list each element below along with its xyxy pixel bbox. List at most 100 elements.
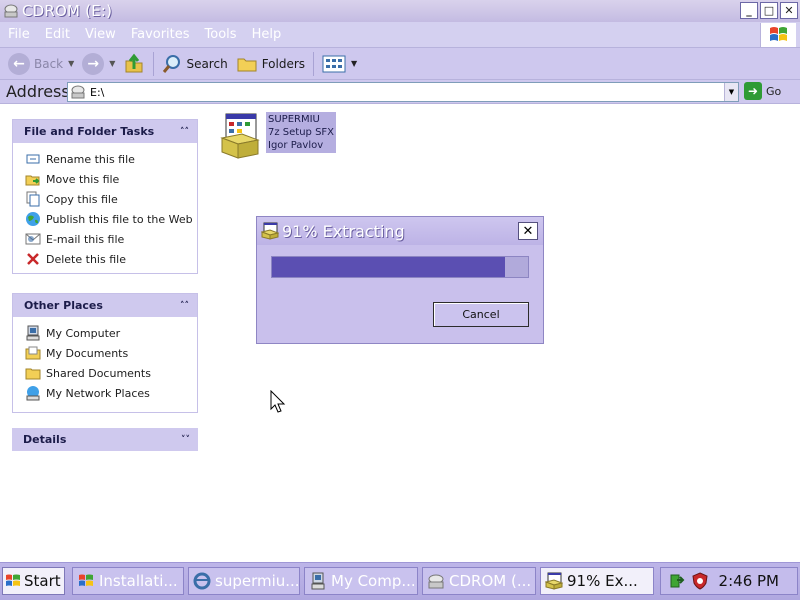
internet-explorer-icon bbox=[193, 572, 211, 590]
address-input[interactable] bbox=[90, 85, 690, 99]
place-my-documents[interactable]: My Documents bbox=[25, 343, 197, 363]
computer-icon bbox=[311, 572, 325, 590]
email-icon bbox=[25, 231, 41, 247]
task-label: Move this file bbox=[46, 172, 120, 186]
dialog-close-button[interactable]: ✕ bbox=[518, 222, 538, 240]
publish-web-icon bbox=[25, 211, 41, 227]
computer-icon bbox=[25, 325, 41, 341]
task-move[interactable]: Move this file bbox=[25, 169, 197, 189]
menu-file[interactable]: File bbox=[1, 27, 37, 42]
folders-icon bbox=[237, 58, 257, 71]
network-icon bbox=[25, 385, 41, 401]
dialog-title-bar[interactable]: 91% Extracting bbox=[257, 217, 543, 245]
expand-chevron-icon[interactable]: ˅˅ bbox=[181, 435, 190, 445]
file-description: 7z Setup SFX bbox=[268, 127, 335, 138]
system-tray: 2:46 PM bbox=[660, 567, 798, 595]
views-icon bbox=[322, 55, 346, 72]
taskbar-item-label: supermiu... bbox=[215, 572, 300, 590]
security-center-shield-icon[interactable] bbox=[691, 572, 709, 590]
back-button[interactable]: ← Back ▼ bbox=[4, 51, 78, 77]
panel-header[interactable]: Details ˅˅ bbox=[12, 428, 198, 451]
address-field[interactable]: ▼ bbox=[67, 82, 739, 102]
views-button[interactable]: ▼ bbox=[318, 51, 361, 77]
place-shared-documents[interactable]: Shared Documents bbox=[25, 363, 197, 383]
file-item-supermiu[interactable]: SUPERMIU 7z Setup SFX Igor Pavlov bbox=[218, 112, 337, 160]
title-bar[interactable]: CDROM (E:) _ □ ✕ bbox=[0, 0, 800, 22]
close-button[interactable]: ✕ bbox=[780, 2, 798, 19]
cdrom-drive-icon bbox=[428, 574, 444, 589]
task-label: Publish this file to the Web bbox=[46, 212, 193, 226]
move-icon bbox=[25, 171, 41, 187]
panel-header[interactable]: File and Folder Tasks ˄˄ bbox=[13, 120, 197, 143]
menu-edit[interactable]: Edit bbox=[38, 27, 77, 42]
menu-tools[interactable]: Tools bbox=[198, 27, 244, 42]
go-label: Go bbox=[766, 84, 782, 98]
task-label: Copy this file bbox=[46, 192, 118, 206]
task-rename[interactable]: Rename this file bbox=[25, 149, 197, 169]
panel-header[interactable]: Other Places ˄˄ bbox=[13, 294, 197, 317]
safely-remove-hardware-icon[interactable] bbox=[667, 572, 685, 590]
up-folder-button[interactable] bbox=[119, 51, 149, 77]
place-label: Shared Documents bbox=[46, 366, 151, 380]
file-name: SUPERMIU bbox=[268, 114, 320, 125]
setup-installer-icon bbox=[220, 113, 260, 159]
shared-folder-icon bbox=[25, 365, 41, 381]
up-folder-icon bbox=[125, 53, 143, 72]
clock: 2:46 PM bbox=[718, 572, 779, 590]
folders-button[interactable]: Folders bbox=[232, 51, 309, 77]
taskbar-item-extracting[interactable]: 91% Ex... bbox=[540, 567, 654, 595]
windows-logo-icon bbox=[79, 574, 93, 586]
task-delete[interactable]: Delete this file bbox=[25, 249, 197, 269]
taskbar-item-supermiu[interactable]: supermiu... bbox=[188, 567, 300, 595]
menu-favorites[interactable]: Favorites bbox=[124, 27, 197, 42]
collapse-chevron-icon[interactable]: ˄˄ bbox=[180, 127, 189, 137]
go-button[interactable]: ➜ Go bbox=[744, 82, 781, 100]
search-icon bbox=[163, 54, 181, 73]
taskbar-item-my-computer[interactable]: My Comp... bbox=[304, 567, 418, 595]
chevron-down-icon[interactable]: ▼ bbox=[351, 59, 357, 68]
chevron-down-icon[interactable]: ▼ bbox=[68, 59, 74, 68]
chevron-down-icon[interactable]: ▼ bbox=[109, 59, 115, 68]
setup-installer-icon bbox=[261, 222, 279, 240]
taskbar-item-cdrom[interactable]: CDROM (... bbox=[422, 567, 536, 595]
windows-logo-icon bbox=[760, 23, 796, 47]
cancel-button[interactable]: Cancel bbox=[433, 302, 529, 327]
place-network[interactable]: My Network Places bbox=[25, 383, 197, 403]
search-label: Search bbox=[186, 56, 228, 71]
place-label: My Network Places bbox=[46, 386, 150, 400]
place-my-computer[interactable]: My Computer bbox=[25, 323, 197, 343]
task-email[interactable]: E-mail this file bbox=[25, 229, 197, 249]
maximize-button[interactable]: □ bbox=[760, 2, 778, 19]
file-company: Igor Pavlov bbox=[268, 140, 324, 151]
collapse-chevron-icon[interactable]: ˄˄ bbox=[180, 301, 189, 311]
extracting-dialog: 91% Extracting ✕ Cancel bbox=[256, 216, 544, 344]
menu-view[interactable]: View bbox=[78, 27, 123, 42]
task-publish[interactable]: Publish this file to the Web bbox=[25, 209, 197, 229]
go-arrow-icon: ➜ bbox=[744, 82, 762, 100]
back-label: Back bbox=[34, 56, 64, 71]
minimize-button[interactable]: _ bbox=[740, 2, 758, 19]
place-label: My Computer bbox=[46, 326, 121, 340]
windows-flag-icon bbox=[6, 574, 20, 586]
task-label: Delete this file bbox=[46, 252, 126, 266]
delete-icon bbox=[25, 251, 41, 267]
taskbar-item-label: 91% Ex... bbox=[567, 572, 638, 590]
panel-title: Details bbox=[23, 433, 67, 446]
progress-fill bbox=[272, 257, 505, 277]
place-label: My Documents bbox=[46, 346, 129, 360]
mouse-cursor-icon bbox=[270, 390, 286, 413]
chevron-down-icon[interactable]: ▼ bbox=[724, 83, 738, 101]
rename-icon bbox=[25, 151, 41, 167]
back-arrow-icon: ← bbox=[8, 52, 30, 75]
menu-help[interactable]: Help bbox=[245, 27, 289, 42]
task-label: Rename this file bbox=[46, 152, 135, 166]
taskbar-item-installation[interactable]: Installati... bbox=[72, 567, 184, 595]
search-button[interactable]: Search bbox=[158, 51, 231, 77]
start-button[interactable]: Start bbox=[2, 567, 65, 595]
window-title: CDROM (E:) bbox=[22, 2, 113, 20]
task-copy[interactable]: Copy this file bbox=[25, 189, 197, 209]
forward-button[interactable]: → ▼ bbox=[78, 51, 119, 77]
setup-installer-icon bbox=[545, 572, 563, 590]
folders-label: Folders bbox=[261, 56, 306, 71]
toolbar-separator bbox=[153, 51, 155, 76]
